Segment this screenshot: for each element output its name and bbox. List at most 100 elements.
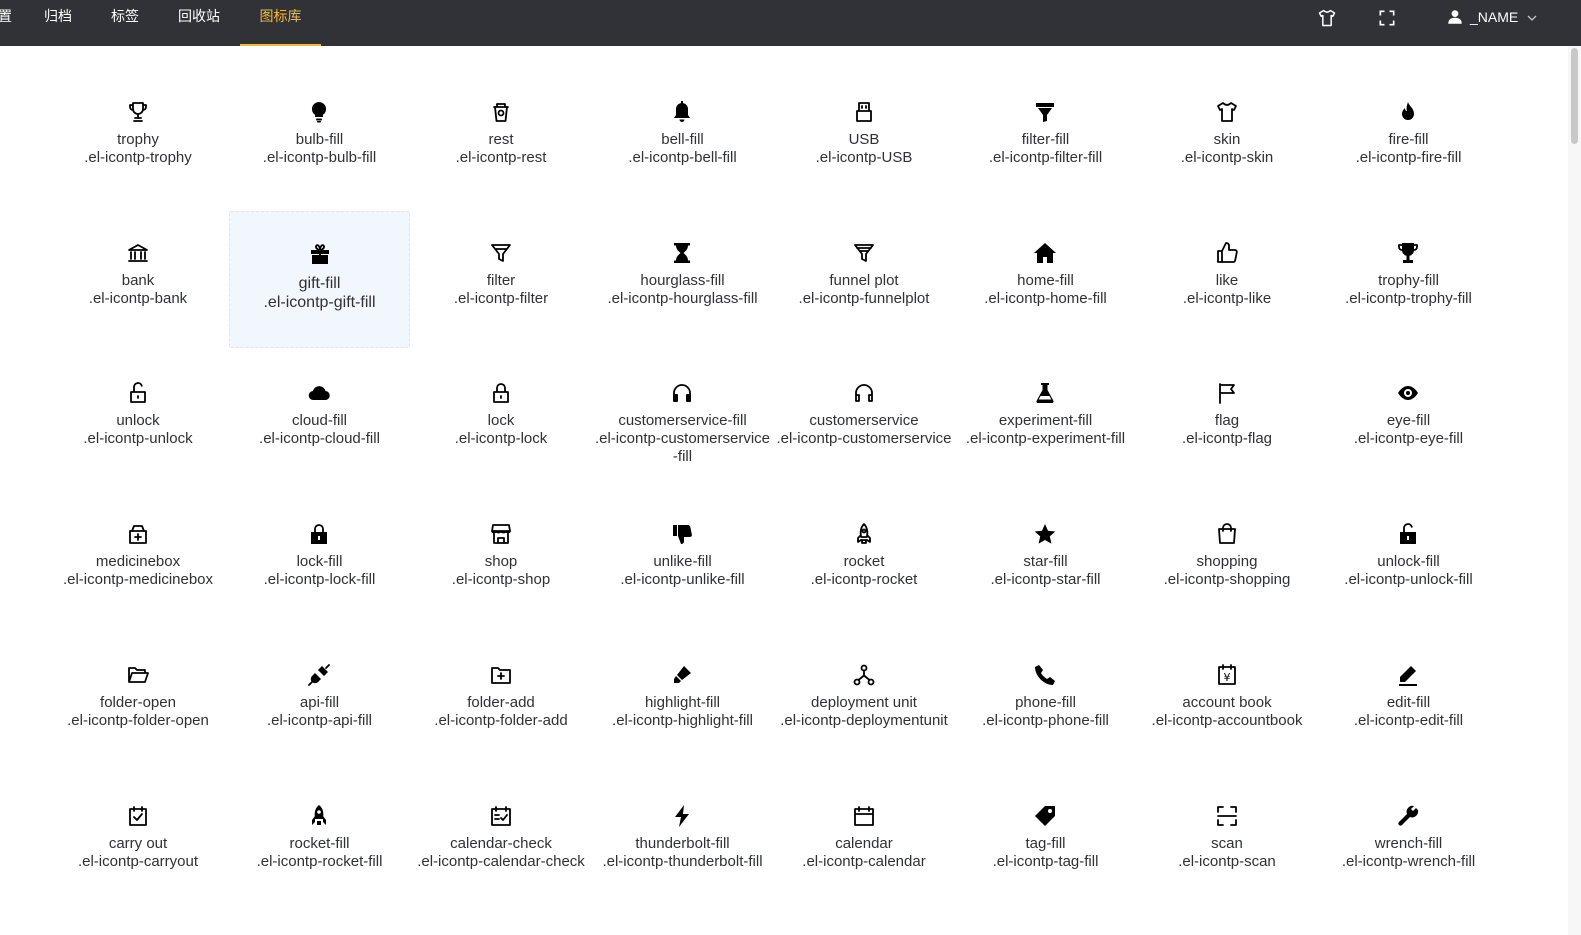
icon-class-name: .el-icontp-cloud-fill <box>259 430 380 448</box>
icon-tile[interactable]: carry out .el-icontp-carryout <box>48 774 229 911</box>
icon-name: edit-fill <box>1386 693 1431 711</box>
experiment-fill-icon <box>1033 381 1057 405</box>
icon-tile[interactable]: filter .el-icontp-filter <box>411 211 592 348</box>
icon-class-name: .el-icontp-unlike-fill <box>620 571 745 589</box>
icon-tile[interactable]: highlight-fill .el-icontp-highlight-fill <box>592 633 773 770</box>
icon-tile[interactable]: edit-fill .el-icontp-edit-fill <box>1318 633 1499 770</box>
icon-tile[interactable]: cloud-fill .el-icontp-cloud-fill <box>229 351 410 488</box>
nav-item-icon-library[interactable]: 图标库 <box>240 0 321 46</box>
icon-tile[interactable]: rest .el-icontp-rest <box>411 70 592 207</box>
calendar-icon <box>852 804 876 828</box>
icon-tile[interactable]: gift-fill .el-icontp-gift-fill <box>229 210 410 348</box>
icon-class-name: .el-icontp-phone-fill <box>982 711 1109 729</box>
icon-tile[interactable]: experiment-fill .el-icontp-experiment-fil… <box>955 351 1136 488</box>
icon-tile-label: phone-fill .el-icontp-phone-fill <box>957 694 1134 730</box>
chevron-down-icon <box>1526 11 1538 23</box>
trophy-icon <box>126 100 150 124</box>
icon-tile[interactable]: bell-fill .el-icontp-bell-fill <box>592 70 773 207</box>
icon-tile[interactable]: trophy-fill .el-icontp-trophy-fill <box>1318 211 1499 348</box>
icon-tile[interactable]: unlock-fill .el-icontp-unlock-fill <box>1318 492 1499 629</box>
icon-name: customerservice <box>809 412 919 430</box>
icon-tile-label: trophy-fill .el-icontp-trophy-fill <box>1320 272 1497 308</box>
icon-tile-label: trophy .el-icontp-trophy <box>50 131 227 167</box>
icon-class-name: .el-icontp-hourglass-fill <box>607 289 758 307</box>
icon-tile[interactable]: home-fill .el-icontp-home-fill <box>955 211 1136 348</box>
skin-icon[interactable] <box>1317 8 1337 28</box>
icon-tile[interactable]: bank .el-icontp-bank <box>48 211 229 348</box>
icon-tile[interactable]: flag .el-icontp-flag <box>1137 351 1318 488</box>
icon-tile-label: customerservice .el-icontp-customerservic… <box>776 412 953 448</box>
icon-tile[interactable]: fillation-fill <box>0 351 47 488</box>
icon-tile[interactable]: wrench-fill .el-icontp-wrench-fill <box>1318 774 1499 911</box>
icon-tile[interactable]: filter-fill .el-icontp-filter-fill <box>955 70 1136 207</box>
medicinebox-icon <box>126 522 150 546</box>
icon-tile-label: cloud-fill .el-icontp-cloud-fill <box>231 412 408 448</box>
icon-tile[interactable]: unlike-fill .el-icontp-unlike-fill <box>592 492 773 629</box>
icon-tile[interactable]: skin .el-icontp-skin <box>1137 70 1318 207</box>
icon-tile[interactable]: t-fillelplot-fill <box>0 211 47 348</box>
icon-tile[interactable]: funnel plot .el-icontp-funnelplot <box>774 211 955 348</box>
icon-tile[interactable]: hourglass-fill .el-icontp-hourglass-fill <box>592 211 773 348</box>
icon-tile[interactable]: unlock .el-icontp-unlock <box>48 351 229 488</box>
user-menu[interactable]: _NAME <box>1446 0 1538 34</box>
icon-tile-label: carry out .el-icontp-carryout <box>50 835 227 871</box>
icon-tile[interactable]: shopping .el-icontp-shopping <box>1137 492 1318 629</box>
icon-tile-label: bank .el-icontp-bank <box>50 272 227 308</box>
icon-class-name: .el-icontp-lock-fill <box>263 571 376 589</box>
icon-tile[interactable]: like .el-icontp-like <box>1137 211 1318 348</box>
scan-icon <box>1215 804 1239 828</box>
icon-tile[interactable]: shop .el-icontp-shop <box>411 492 592 629</box>
icon-tile[interactable]: folder-add .el-icontp-folder-add <box>411 633 592 770</box>
icon-tile[interactable]: bulb-fill .el-icontp-bulb-fill <box>229 70 410 207</box>
icon-tile-label: t-fillelplot-fill <box>0 272 45 308</box>
icon-name: lock-fill <box>296 553 343 571</box>
icon-tile[interactable]: trophy .el-icontp-trophy <box>48 70 229 207</box>
icon-tile[interactable]: fire-fill .el-icontp-fire-fill <box>1318 70 1499 207</box>
icon-tile-label: deployment unit .el-icontp-deploymentunit <box>776 694 953 730</box>
nav-item-recycle-bin[interactable]: 回收站 <box>164 0 234 46</box>
icon-tile[interactable]: thunderbolt-fill .el-icontp-thunderbolt-f… <box>592 774 773 911</box>
icon-tile-label: thunderbolt-fill .el-icontp-thunderbolt-f… <box>594 835 771 871</box>
icon-tile[interactable]: ke-fill <box>0 492 47 629</box>
icon-tile[interactable]: rocket-fill .el-icontp-rocket-fill <box>229 774 410 911</box>
icon-tile[interactable]: star-fill .el-icontp-star-fill <box>955 492 1136 629</box>
icon-tile-label: fillation-fill <box>0 412 45 448</box>
icon-tile[interactable]: eye-fill .el-icontp-eye-fill <box>1318 351 1499 488</box>
icon-tile[interactable]: lert-fill <box>0 633 47 770</box>
icon-tile[interactable]: lock .el-icontp-lock <box>411 351 592 488</box>
fullscreen-icon[interactable] <box>1377 8 1397 28</box>
icon-tile[interactable]: tag-fill .el-icontp-tag-fill <box>955 774 1136 911</box>
icon-tile-label: rest .el-icontp-rest <box>413 131 590 167</box>
icon-tile[interactable]: rocket .el-icontp-rocket <box>774 492 955 629</box>
icon-tile[interactable]: ¥ account book .el-icontp-accountbook <box>1137 633 1318 770</box>
icon-tile-label: rocket-fill .el-icontp-rocket-fill <box>231 835 408 871</box>
icon-tile-label: filter-fill .el-icontp-filter-fill <box>957 131 1134 167</box>
shopping-icon <box>1215 522 1239 546</box>
icon-tile[interactable]: calendar-check .el-icontp-calendar-check <box>411 774 592 911</box>
icon-tile[interactable]: customerservice .el-icontp-customerservic… <box>774 351 955 488</box>
nav-item-settings[interactable]: 置 <box>0 0 14 46</box>
icon-class-name: .el-icontp-filter <box>453 289 549 307</box>
icon-tile[interactable]: medicinebox .el-icontp-medicinebox <box>48 492 229 629</box>
icon-tile-label: ke-fill <box>0 553 45 571</box>
icon-tile[interactable]: fillhpin-fill <box>0 774 47 911</box>
icon-tile[interactable]: deployment unit .el-icontp-deploymentunit <box>774 633 955 770</box>
icon-tile[interactable]: folder-open .el-icontp-folder-open <box>48 633 229 770</box>
nav-item-archive[interactable]: 归档 <box>30 0 86 46</box>
nav-item-tags[interactable]: 标签 <box>97 0 153 46</box>
icon-tile[interactable]: customerservice-fill .el-icontp-customers… <box>592 351 773 488</box>
icon-tile[interactable]: llund-fill <box>0 70 47 207</box>
scrollbar-thumb[interactable] <box>1571 48 1578 144</box>
unlock-fill-icon <box>1396 522 1420 546</box>
icon-tile[interactable]: phone-fill .el-icontp-phone-fill <box>955 633 1136 770</box>
icon-class-name: .el-icontp-bulb-fill <box>262 149 377 166</box>
icon-tile[interactable]: api-fill .el-icontp-api-fill <box>229 633 410 770</box>
icon-tile[interactable]: calendar .el-icontp-calendar <box>774 774 955 911</box>
icon-tile[interactable]: lock-fill .el-icontp-lock-fill <box>229 492 410 629</box>
icon-tile[interactable]: USB .el-icontp-USB <box>774 70 955 207</box>
vertical-scrollbar[interactable] <box>1568 46 1581 935</box>
icon-tile-label: edit-fill .el-icontp-edit-fill <box>1320 694 1497 730</box>
tag-fill-icon <box>1033 804 1057 828</box>
icon-tile-label: shopping .el-icontp-shopping <box>1139 553 1316 589</box>
icon-tile[interactable]: scan .el-icontp-scan <box>1137 774 1318 911</box>
